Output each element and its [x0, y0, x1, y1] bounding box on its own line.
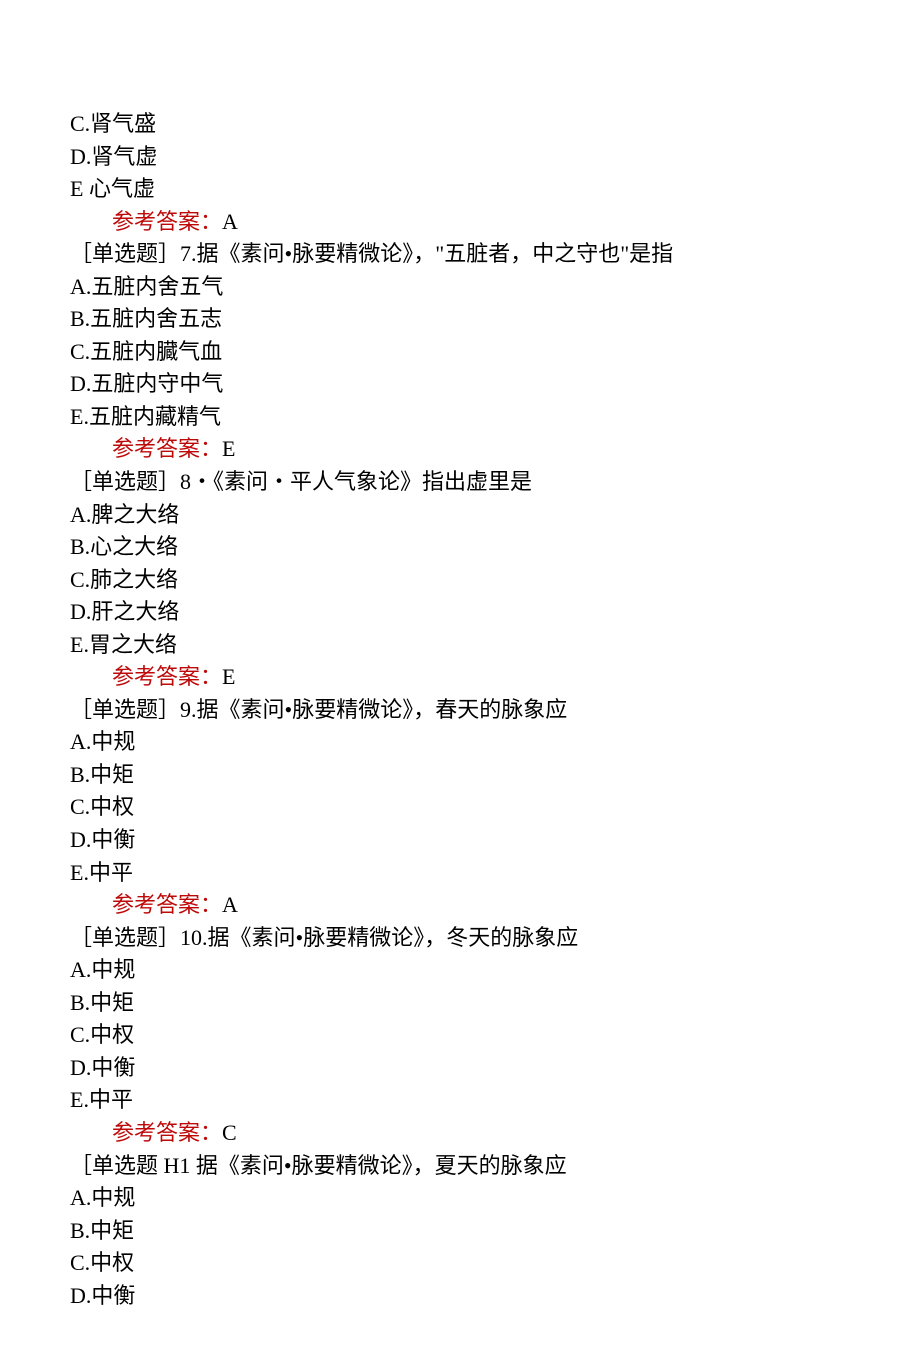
option-c: C.中权	[70, 791, 850, 824]
question-tag: ［单选题］	[70, 241, 180, 266]
option-d: D.肝之大络	[70, 596, 850, 629]
option-a: A.中规	[70, 954, 850, 987]
option-d: D.肾气虚	[70, 141, 850, 174]
answer-label: 参考答案：	[112, 209, 222, 234]
option-b: B.中矩	[70, 1215, 850, 1248]
option-e: E.胃之大络	[70, 629, 850, 662]
question-text: 7.据《素问•脉要精微论》，"五脏者，中之守也"是指	[180, 241, 673, 266]
question-stem: ［单选题］7.据《素问•脉要精微论》，"五脏者，中之守也"是指	[70, 238, 850, 271]
answer-value: C	[222, 1120, 237, 1145]
option-d: D.中衡	[70, 1280, 850, 1313]
answer-value: E	[222, 436, 235, 461]
option-a: A.五脏内舍五气	[70, 271, 850, 304]
answer-label: 参考答案：	[112, 664, 222, 689]
question-tag: ［单选题 H1	[70, 1153, 196, 1178]
option-a: A.中规	[70, 726, 850, 759]
answer-label: 参考答案：	[112, 436, 222, 461]
question-stem: ［单选题］8・《素问・平人气象论》指出虚里是	[70, 466, 850, 499]
option-a: A.脾之大络	[70, 499, 850, 532]
answer-line: 参考答案：A	[70, 889, 850, 922]
answer-label: 参考答案：	[112, 892, 222, 917]
option-c: C.肺之大络	[70, 564, 850, 597]
option-b: B.五脏内舍五志	[70, 303, 850, 336]
document-page: C.肾气盛 D.肾气虚 E 心气虚 参考答案：A ［单选题］7.据《素问•脉要精…	[0, 0, 920, 1372]
option-d: D.中衡	[70, 824, 850, 857]
answer-value: A	[222, 892, 238, 917]
option-b: B.中矩	[70, 759, 850, 792]
question-text: 据《素问•脉要精微论》，夏天的脉象应	[196, 1153, 567, 1178]
question-tag: ［单选题］	[70, 925, 180, 950]
question-text: 10.据《素问•脉要精微论》，冬天的脉象应	[180, 925, 578, 950]
question-stem: ［单选题］9.据《素问•脉要精微论》，春天的脉象应	[70, 694, 850, 727]
answer-line: 参考答案：C	[70, 1117, 850, 1150]
option-a: A.中规	[70, 1182, 850, 1215]
option-e: E 心气虚	[70, 173, 850, 206]
answer-line: 参考答案：E	[70, 661, 850, 694]
option-c: C.中权	[70, 1247, 850, 1280]
option-e: E.五脏内藏精气	[70, 401, 850, 434]
option-c: C.中权	[70, 1019, 850, 1052]
option-c: C.肾气盛	[70, 108, 850, 141]
option-d: D.中衡	[70, 1052, 850, 1085]
question-text: 9.据《素问•脉要精微论》，春天的脉象应	[180, 697, 567, 722]
answer-line: 参考答案：A	[70, 206, 850, 239]
answer-label: 参考答案：	[112, 1120, 222, 1145]
question-text: 8・《素问・平人气象论》指出虚里是	[180, 469, 532, 494]
answer-value: A	[222, 209, 238, 234]
option-d: D.五脏内守中气	[70, 368, 850, 401]
question-tag: ［单选题］	[70, 469, 180, 494]
option-c: C.五脏内臓气血	[70, 336, 850, 369]
answer-line: 参考答案：E	[70, 433, 850, 466]
option-b: B.中矩	[70, 987, 850, 1020]
question-stem: ［单选题 H1 据《素问•脉要精微论》，夏天的脉象应	[70, 1150, 850, 1183]
answer-value: E	[222, 664, 235, 689]
question-stem: ［单选题］10.据《素问•脉要精微论》，冬天的脉象应	[70, 922, 850, 955]
option-e: E.中平	[70, 857, 850, 890]
option-b: B.心之大络	[70, 531, 850, 564]
option-e: E.中平	[70, 1084, 850, 1117]
question-tag: ［单选题］	[70, 697, 180, 722]
